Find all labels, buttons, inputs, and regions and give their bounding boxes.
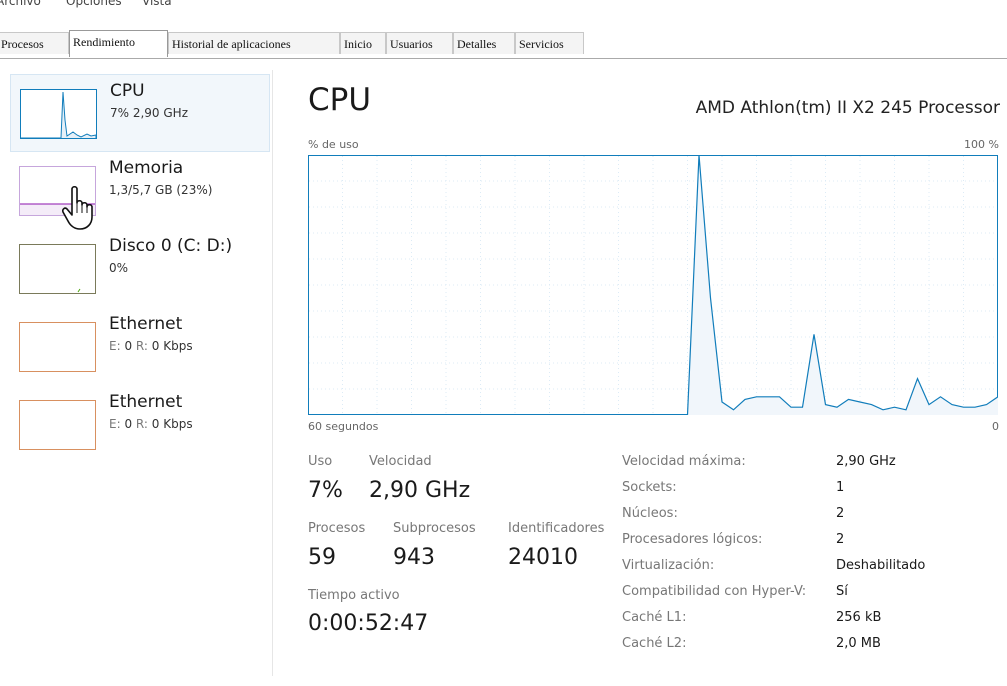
sidebar-item-detail: E: 0 R: 0 Kbps: [109, 339, 193, 353]
uso-label: Uso: [308, 454, 333, 469]
graph-y-max: 100 %: [964, 138, 999, 151]
detail-value: 2: [836, 532, 845, 547]
send-label: E:: [109, 417, 121, 431]
identificadores-value: 24010: [508, 545, 578, 570]
tab-procesos[interactable]: Procesos: [0, 32, 69, 54]
tiempo-activo-value: 0:00:52:47: [308, 611, 429, 636]
detail-value: 2,0 MB: [836, 636, 881, 651]
tab-inicio[interactable]: Inicio: [340, 32, 386, 54]
cpu-thumbnail-graph: [21, 91, 97, 139]
sidebar-item-disco[interactable]: Disco 0 (C: D:) 0%: [10, 230, 270, 308]
identificadores-label: Identificadores: [508, 521, 605, 536]
sidebar-item-ethernet-2[interactable]: Ethernet E: 0 R: 0 Kbps: [10, 386, 270, 464]
receive-value: 0 Kbps: [151, 339, 193, 353]
detail-label: Caché L1:: [622, 610, 687, 625]
detail-label: Núcleos:: [622, 506, 678, 521]
sidebar-item-label: Memoria: [109, 158, 184, 178]
send-value: 0: [124, 339, 133, 353]
graph-y-label: % de uso: [308, 138, 359, 151]
graph-x-min: 0: [992, 420, 999, 433]
tab-usuarios[interactable]: Usuarios: [386, 32, 453, 54]
disco-thumbnail-graph: [77, 288, 81, 293]
velocidad-value: 2,90 GHz: [369, 478, 471, 503]
sidebar-item-ethernet-1[interactable]: Ethernet E: 0 R: 0 Kbps: [10, 308, 270, 386]
detail-value: 256 kB: [836, 610, 882, 625]
tab-bar: Procesos Rendimiento Historial de aplica…: [0, 30, 1007, 59]
tab-historial[interactable]: Historial de aplicaciones: [168, 32, 340, 54]
send-value: 0: [124, 417, 133, 431]
uso-value: 7%: [308, 478, 343, 503]
sidebar-item-label: CPU: [110, 81, 145, 101]
menu-archivo[interactable]: Archivo: [0, 0, 41, 8]
detail-label: Virtualización:: [622, 558, 715, 573]
hand-pointer-icon: [62, 185, 93, 230]
detail-label: Sockets:: [622, 480, 677, 495]
detail-label: Caché L2:: [622, 636, 687, 651]
procesos-value: 59: [308, 545, 336, 570]
sidebar-item-label: Ethernet: [109, 392, 183, 412]
detail-label: Compatibilidad con Hyper-V:: [622, 584, 807, 599]
send-label: E:: [109, 339, 121, 353]
subprocesos-value: 943: [393, 545, 435, 570]
detail-value: 2: [836, 506, 845, 521]
detail-value: 2,90 GHz: [836, 454, 896, 469]
sidebar-item-label: Ethernet: [109, 314, 183, 334]
subprocesos-label: Subprocesos: [393, 521, 476, 536]
detail-value: Sí: [836, 584, 848, 599]
ethernet-thumbnail: [19, 400, 96, 450]
tab-servicios[interactable]: Servicios: [515, 32, 584, 54]
receive-label: R:: [135, 339, 148, 353]
sidebar-item-label: Disco 0 (C: D:): [109, 236, 233, 256]
sidebar-item-detail: 1,3/5,7 GB (23%): [109, 183, 213, 197]
graph-x-label: 60 segundos: [308, 420, 379, 433]
velocidad-label: Velocidad: [369, 454, 432, 469]
detail-value: 1: [836, 480, 845, 495]
page-title: CPU: [308, 82, 372, 118]
menu-opciones[interactable]: Opciones: [66, 0, 122, 8]
disco-thumbnail: [19, 244, 96, 294]
sidebar-item-detail: E: 0 R: 0 Kbps: [109, 417, 193, 431]
sidebar-item-detail: 0%: [109, 261, 129, 275]
receive-value: 0 Kbps: [151, 417, 193, 431]
detail-label: Procesadores lógicos:: [622, 532, 763, 547]
sidebar-item-cpu[interactable]: CPU 7% 2,90 GHz: [10, 74, 270, 152]
tab-detalles[interactable]: Detalles: [453, 32, 515, 54]
receive-label: R:: [135, 417, 148, 431]
procesos-label: Procesos: [308, 521, 366, 536]
cpu-thumbnail: [20, 89, 97, 139]
sidebar-item-memoria[interactable]: Memoria 1,3/5,7 GB (23%): [10, 152, 270, 230]
menu-vista[interactable]: Vista: [142, 0, 172, 8]
menu-bar: Archivo Opciones Vista: [0, 0, 1007, 18]
cpu-usage-graph: [308, 155, 998, 415]
sidebar-item-detail: 7% 2,90 GHz: [110, 106, 189, 120]
detail-label: Velocidad máxima:: [622, 454, 746, 469]
tiempo-activo-label: Tiempo activo: [308, 588, 400, 603]
ethernet-thumbnail: [19, 322, 96, 372]
tab-rendimiento[interactable]: Rendimiento: [69, 30, 168, 57]
sidebar-divider: [272, 70, 273, 676]
processor-name: AMD Athlon(tm) II X2 245 Processor: [695, 98, 1000, 118]
detail-value: Deshabilitado: [836, 558, 926, 573]
